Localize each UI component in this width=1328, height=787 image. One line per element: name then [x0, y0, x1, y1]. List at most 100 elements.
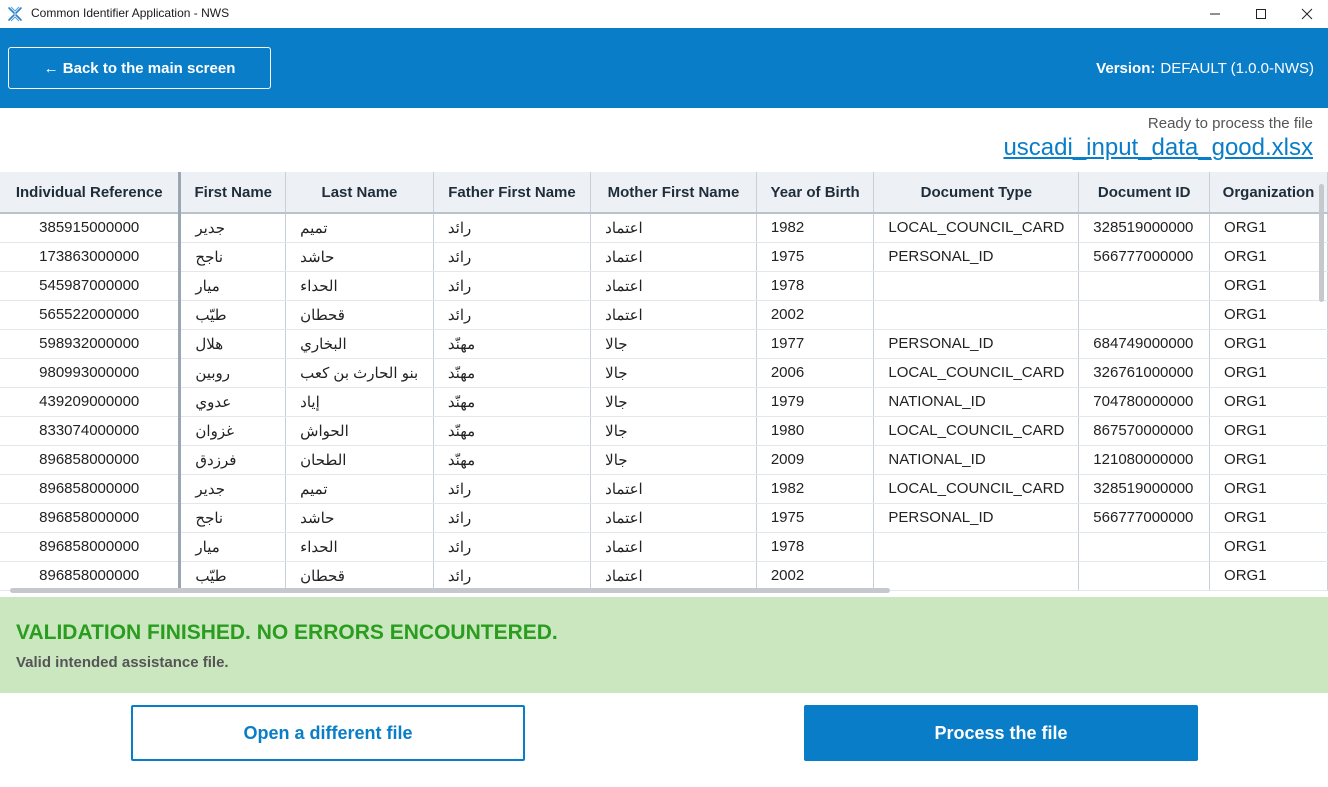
- table-row[interactable]: 385915000000 جدير تميم رائد اعتماد 1982 LOCAL_…: [0, 213, 1328, 243]
- cell-wrap: اعتماد: [591, 219, 755, 237]
- data-table-container[interactable]: Individual Reference First Name Last Name F…: [0, 172, 1328, 597]
- cell-wrap: رائد: [434, 248, 590, 266]
- table-cell: رائد: [433, 213, 592, 243]
- cell-wrap: رائد: [434, 567, 590, 585]
- table-cell: جالا: [590, 445, 757, 475]
- cell-wrap: ناجح: [181, 509, 284, 527]
- table-row[interactable]: 173863000000 ناجح حاشد رائد اعتماد 1975 PERSON…: [0, 242, 1328, 272]
- table-cell: 896858000000: [0, 532, 182, 562]
- column-header[interactable]: Father First Name: [433, 172, 592, 214]
- vertical-scrollbar[interactable]: [1319, 184, 1324, 302]
- column-header[interactable]: Mother First Name: [590, 172, 757, 214]
- table-cell: ORG1: [1209, 532, 1328, 562]
- cell-wrap: غزوان: [181, 422, 284, 440]
- table-row[interactable]: 896858000000 فرزدق الطحان مهنّد جالا 2009 NATI…: [0, 445, 1328, 475]
- cell-text: مهنّد: [447, 335, 476, 353]
- table-cell: حاشد: [285, 242, 434, 272]
- cell-text: جالا: [605, 364, 628, 382]
- cell-wrap: البخاري: [286, 335, 432, 353]
- back-to-main-button[interactable]: ← Back to the main screen: [8, 47, 271, 89]
- table-cell: 385915000000: [0, 213, 182, 243]
- table-row[interactable]: 439209000000 عدوي إياد مهنّد جالا 1979 NATIONA…: [0, 387, 1328, 417]
- table-cell: ORG1: [1209, 300, 1328, 330]
- table-row[interactable]: 896858000000 طيّب قحطان رائد اعتماد 2002 ORG1: [0, 561, 1328, 591]
- table-row[interactable]: 565522000000 طيّب قحطان رائد اعتماد 2002 ORG1: [0, 300, 1328, 330]
- table-cell: 1975: [756, 242, 875, 272]
- cell-text: اعتماد: [605, 538, 643, 556]
- column-header[interactable]: Organization: [1209, 172, 1328, 214]
- cell-text: بنو الحارث بن كعب: [300, 364, 419, 382]
- cell-wrap: عدوي: [181, 393, 284, 411]
- cell-wrap: بنو الحارث بن كعب: [286, 364, 432, 382]
- table-row[interactable]: 980993000000 روبين بنو الحارث بن كعب مهنّد ج…: [0, 358, 1328, 388]
- cell-wrap: قحطان: [286, 567, 432, 585]
- table-cell: اعتماد: [590, 271, 757, 301]
- cell-text: رائد: [447, 248, 472, 266]
- column-header[interactable]: Year of Birth: [756, 172, 875, 214]
- table-cell: 598932000000: [0, 329, 182, 359]
- column-header[interactable]: Last Name: [285, 172, 434, 214]
- cell-text: هلال: [195, 335, 224, 353]
- cell-text: جالا: [605, 393, 628, 411]
- cell-text: قحطان: [300, 567, 345, 585]
- cell-wrap: طيّب: [181, 567, 284, 585]
- table-row[interactable]: 896858000000 ميار الحداء رائد اعتماد 1978 ORG1: [0, 532, 1328, 562]
- table-cell: 2006: [756, 358, 875, 388]
- cell-text: البخاري: [300, 335, 347, 353]
- close-icon: [1301, 8, 1313, 20]
- table-cell: الحواش: [285, 416, 434, 446]
- table-row[interactable]: 896858000000 ناجح حاشد رائد اعتماد 1975 PERSON…: [0, 503, 1328, 533]
- cell-wrap: تميم: [286, 219, 432, 237]
- column-header[interactable]: First Name: [179, 172, 287, 214]
- table-cell: ORG1: [1209, 503, 1328, 533]
- table-cell: قحطان: [285, 300, 434, 330]
- table-cell: [873, 300, 1080, 330]
- table-cell: 1982: [756, 213, 875, 243]
- column-header[interactable]: Document Type: [873, 172, 1080, 214]
- table-cell: الطحان: [285, 445, 434, 475]
- table-row[interactable]: 833074000000 غزوان الحواش مهنّد جالا 1980 LOCA…: [0, 416, 1328, 446]
- minimize-button[interactable]: [1192, 0, 1238, 28]
- cell-wrap: حاشد: [286, 509, 432, 527]
- cell-wrap: اعتماد: [591, 480, 755, 498]
- cell-text: حاشد: [300, 509, 335, 527]
- table-row[interactable]: 598932000000 هلال البخاري مهنّد جالا 1977 PERS…: [0, 329, 1328, 359]
- cell-text: اعتماد: [605, 509, 643, 527]
- table-row[interactable]: 896858000000 جدير تميم رائد اعتماد 1982 LOCAL_…: [0, 474, 1328, 504]
- maximize-button[interactable]: [1238, 0, 1284, 28]
- version-value: DEFAULT (1.0.0-NWS): [1160, 60, 1314, 77]
- table-cell: اعتماد: [590, 300, 757, 330]
- table-cell: [1078, 271, 1211, 301]
- cell-text: إياد: [300, 393, 320, 411]
- table-cell: 326761000000: [1078, 358, 1211, 388]
- process-file-button[interactable]: Process the file: [804, 705, 1198, 761]
- cell-text: رائد: [447, 509, 472, 527]
- cell-text: رائد: [447, 567, 472, 585]
- table-row[interactable]: 545987000000 ميار الحداء رائد اعتماد 1978 ORG1: [0, 271, 1328, 301]
- table-cell: 896858000000: [0, 503, 182, 533]
- close-button[interactable]: [1284, 0, 1328, 28]
- cell-text: الحداء: [300, 538, 338, 556]
- table-cell: جالا: [590, 358, 757, 388]
- cell-text: مهنّد: [447, 451, 476, 469]
- table-cell: الحداء: [285, 532, 434, 562]
- version-info: Version: DEFAULT (1.0.0-NWS): [1096, 60, 1314, 77]
- cell-text: جدير: [195, 480, 225, 498]
- horizontal-scrollbar[interactable]: [10, 588, 890, 593]
- cell-wrap: ميار: [181, 538, 284, 556]
- table-cell: اعتماد: [590, 242, 757, 272]
- table-cell: بنو الحارث بن كعب: [285, 358, 434, 388]
- cell-text: تميم: [300, 480, 328, 498]
- cell-text: مهنّد: [447, 422, 476, 440]
- table-cell: 1977: [756, 329, 875, 359]
- open-different-file-button[interactable]: Open a different file: [131, 705, 525, 761]
- table-cell: قحطان: [285, 561, 434, 591]
- cell-wrap: مهنّد: [434, 364, 590, 382]
- column-header[interactable]: Document ID: [1078, 172, 1211, 214]
- column-header[interactable]: Individual Reference: [0, 172, 182, 214]
- table-cell: 896858000000: [0, 445, 182, 475]
- cell-text: طيّب: [195, 306, 227, 324]
- file-name-link[interactable]: uscadi_input_data_good.xlsx: [1003, 134, 1313, 162]
- table-cell: ORG1: [1209, 445, 1328, 475]
- table-cell: 566777000000: [1078, 242, 1211, 272]
